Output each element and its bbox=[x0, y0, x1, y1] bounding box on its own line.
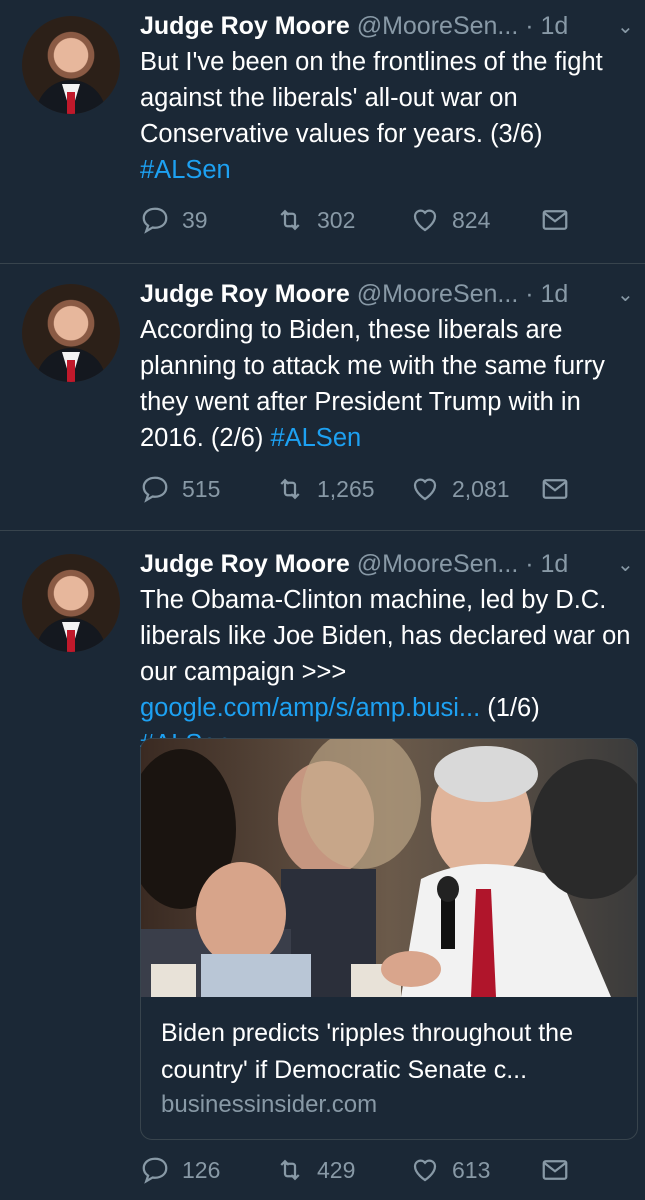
avatar[interactable] bbox=[22, 16, 120, 114]
chevron-down-icon[interactable]: ⌄ bbox=[617, 552, 634, 577]
reply-icon bbox=[142, 207, 168, 234]
article-link[interactable]: google.com/amp/s/amp.busi... bbox=[140, 694, 480, 722]
tweet-header: Judge Roy Moore @MooreSen... · 1d bbox=[140, 12, 568, 41]
like-count: 2,081 bbox=[452, 475, 510, 502]
like-button[interactable]: 2,081 bbox=[410, 474, 510, 504]
retweet-count: 429 bbox=[317, 1156, 356, 1183]
reply-icon bbox=[142, 476, 168, 503]
retweet-button[interactable]: 1,265 bbox=[275, 474, 375, 504]
like-count: 613 bbox=[452, 1156, 491, 1183]
tweet-body: The Obama-Clinton machine, led by D.C. l… bbox=[140, 586, 631, 686]
message-button[interactable] bbox=[540, 1155, 570, 1185]
author-name[interactable]: Judge Roy Moore bbox=[140, 12, 350, 40]
message-button[interactable] bbox=[540, 205, 570, 235]
author-handle[interactable]: @MooreSen... bbox=[357, 550, 519, 578]
timestamp[interactable]: · 1d bbox=[525, 550, 568, 578]
author-handle[interactable]: @MooreSen... bbox=[357, 12, 519, 40]
card-domain: businessinsider.com bbox=[161, 1091, 378, 1118]
reply-count: 515 bbox=[182, 475, 221, 502]
reply-count: 126 bbox=[182, 1156, 221, 1183]
reply-button[interactable]: 515 bbox=[140, 474, 220, 504]
author-name[interactable]: Judge Roy Moore bbox=[140, 280, 350, 308]
timestamp[interactable]: · 1d bbox=[525, 280, 568, 308]
thread-marker: (1/6) bbox=[487, 694, 540, 722]
hashtag-link[interactable]: #ALSen bbox=[270, 424, 361, 452]
card-title: Biden predicts 'ripples throughout the c… bbox=[161, 1019, 573, 1084]
message-icon bbox=[542, 479, 568, 499]
tweet-actions: 39 302 824 bbox=[140, 205, 600, 245]
retweet-count: 302 bbox=[317, 206, 356, 233]
like-icon bbox=[413, 478, 437, 501]
like-icon bbox=[413, 1159, 437, 1182]
chevron-down-icon[interactable]: ⌄ bbox=[617, 14, 634, 39]
timestamp[interactable]: · 1d bbox=[525, 12, 568, 40]
message-icon bbox=[542, 1160, 568, 1180]
tweet-body: But I've been on the frontlines of the f… bbox=[140, 48, 603, 148]
tweet-header: Judge Roy Moore @MooreSen... · 1d bbox=[140, 280, 568, 309]
message-icon bbox=[542, 210, 568, 230]
tweet[interactable]: Judge Roy Moore @MooreSen... · 1d ⌄ But … bbox=[0, 0, 645, 263]
hashtag-link[interactable]: #ALSen bbox=[140, 730, 231, 758]
divider bbox=[0, 530, 645, 531]
retweet-icon bbox=[280, 1159, 300, 1181]
retweet-count: 1,265 bbox=[317, 475, 375, 502]
tweet-actions: 515 1,265 2,081 bbox=[140, 474, 600, 514]
like-button[interactable]: 613 bbox=[410, 1155, 490, 1185]
tweet-text: The Obama-Clinton machine, led by D.C. l… bbox=[140, 582, 635, 762]
tweet-body: According to Biden, these liberals are p… bbox=[140, 316, 605, 452]
chevron-down-icon[interactable]: ⌄ bbox=[617, 282, 634, 307]
tweet-actions: 126 429 613 bbox=[140, 1155, 600, 1195]
reply-button[interactable]: 39 bbox=[140, 205, 208, 235]
card-photo bbox=[141, 739, 637, 997]
link-card[interactable]: Biden predicts 'ripples throughout the c… bbox=[140, 738, 638, 1140]
avatar[interactable] bbox=[22, 284, 120, 382]
like-button[interactable]: 824 bbox=[410, 205, 490, 235]
reply-icon bbox=[142, 1157, 168, 1184]
reply-button[interactable]: 126 bbox=[140, 1155, 220, 1185]
tweet[interactable]: Judge Roy Moore @MooreSen... · 1d ⌄ Acco… bbox=[0, 264, 645, 530]
reply-count: 39 bbox=[182, 206, 208, 233]
tweet-text: According to Biden, these liberals are p… bbox=[140, 312, 635, 456]
retweet-icon bbox=[280, 209, 300, 231]
tweet-text: But I've been on the frontlines of the f… bbox=[140, 44, 635, 188]
author-handle[interactable]: @MooreSen... bbox=[357, 280, 519, 308]
retweet-button[interactable]: 429 bbox=[275, 1155, 355, 1185]
hashtag-link[interactable]: #ALSen bbox=[140, 156, 231, 184]
author-name[interactable]: Judge Roy Moore bbox=[140, 550, 350, 578]
tweet-header: Judge Roy Moore @MooreSen... · 1d bbox=[140, 550, 568, 579]
like-icon bbox=[413, 209, 437, 232]
retweet-button[interactable]: 302 bbox=[275, 205, 355, 235]
retweet-icon bbox=[280, 478, 300, 500]
like-count: 824 bbox=[452, 206, 491, 233]
message-button[interactable] bbox=[540, 474, 570, 504]
avatar[interactable] bbox=[22, 554, 120, 652]
